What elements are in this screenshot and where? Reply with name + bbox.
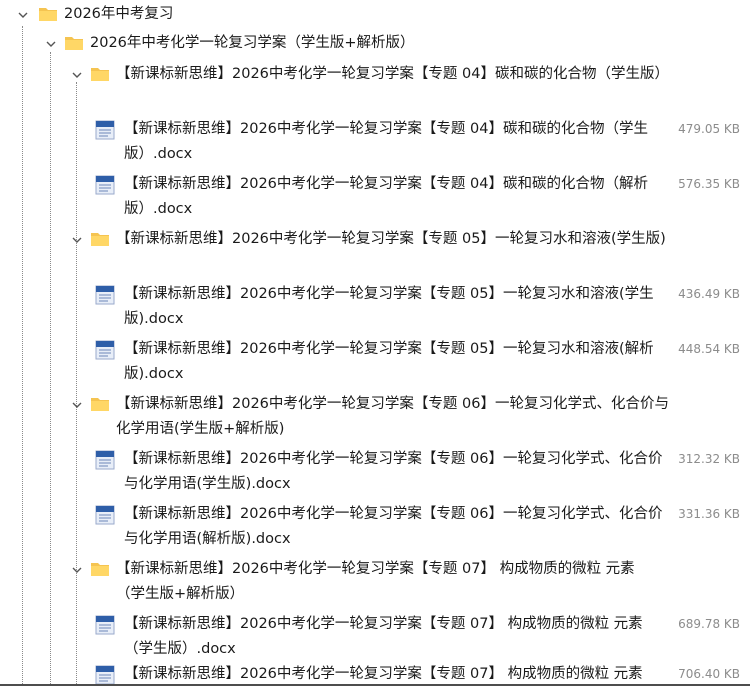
file-size: 689.78 KB — [678, 617, 740, 631]
tree-row-root[interactable]: 2026年中考复习 — [0, 2, 750, 28]
chevron-down-icon[interactable] — [70, 233, 84, 247]
file-tree: 2026年中考复习 2026年中考化学一轮复习学案（学生版+解析版） 【新课标新… — [0, 0, 750, 686]
word-document-icon — [94, 285, 116, 305]
file-name: 【新课标新思维】2026中考化学一轮复习学案【专题 04】碳和碳的化合物（解析版… — [124, 176, 648, 217]
folder-icon — [90, 231, 110, 247]
tree-row-file[interactable]: 【新课标新思维】2026中考化学一轮复习学案【专题 04】碳和碳的化合物（解析版… — [0, 172, 750, 222]
tree-row-file[interactable]: 【新课标新思维】2026中考化学一轮复习学案【专题 06】一轮复习化学式、化合价… — [0, 502, 750, 552]
tree-row-folder[interactable]: 【新课标新思维】2026中考化学一轮复习学案【专题 07】 构成物质的微粒 元素… — [0, 557, 750, 607]
file-name: 【新课标新思维】2026中考化学一轮复习学案【专题 07】 构成物质的微粒 元素… — [124, 616, 643, 657]
word-document-icon — [94, 615, 116, 635]
chevron-down-icon[interactable] — [70, 398, 84, 412]
folder-icon — [38, 6, 58, 22]
tree-row-folder[interactable]: 【新课标新思维】2026中考化学一轮复习学案【专题 04】碳和碳的化合物（学生版… — [0, 62, 750, 112]
folder-icon — [90, 66, 110, 82]
folder-label: 【新课标新思维】2026中考化学一轮复习学案【专题 05】一轮复习水和溶液(学生… — [116, 231, 666, 247]
chevron-down-icon[interactable] — [70, 68, 84, 82]
chevron-down-icon[interactable] — [16, 8, 30, 22]
file-name: 【新课标新思维】2026中考化学一轮复习学案【专题 06】一轮复习化学式、化合价… — [124, 506, 663, 547]
tree-row-folder[interactable]: 【新课标新思维】2026中考化学一轮复习学案【专题 06】一轮复习化学式、化合价… — [0, 392, 750, 442]
tree-row-file[interactable]: 【新课标新思维】2026中考化学一轮复习学案【专题 06】一轮复习化学式、化合价… — [0, 447, 750, 497]
folder-label: 【新课标新思维】2026中考化学一轮复习学案【专题 07】 构成物质的微粒 元素… — [116, 561, 635, 602]
chevron-down-icon[interactable] — [44, 37, 58, 51]
file-name: 【新课标新思维】2026中考化学一轮复习学案【专题 06】一轮复习化学式、化合价… — [124, 451, 663, 492]
file-size: 312.32 KB — [678, 452, 740, 466]
word-document-icon — [94, 340, 116, 360]
word-document-icon — [94, 665, 116, 685]
file-size: 331.36 KB — [678, 507, 740, 521]
tree-row-file[interactable]: 【新课标新思维】2026中考化学一轮复习学案【专题 05】一轮复习水和溶液(学生… — [0, 282, 750, 332]
word-document-icon — [94, 175, 116, 195]
word-document-icon — [94, 505, 116, 525]
folder-icon — [90, 396, 110, 412]
tree-row-file[interactable]: 【新课标新思维】2026中考化学一轮复习学案【专题 07】 构成物质的微粒 元素… — [0, 612, 750, 662]
file-size: 448.54 KB — [678, 342, 740, 356]
chevron-down-icon[interactable] — [70, 563, 84, 577]
tree-row-file[interactable]: 【新课标新思维】2026中考化学一轮复习学案【专题 04】碳和碳的化合物（学生版… — [0, 117, 750, 167]
file-name: 【新课标新思维】2026中考化学一轮复习学案【专题 07】 构成物质的微粒 元素 — [124, 666, 643, 682]
file-size: 706.40 KB — [678, 667, 740, 681]
tree-row-file[interactable]: 【新课标新思维】2026中考化学一轮复习学案【专题 07】 构成物质的微粒 元素… — [0, 662, 750, 686]
tree-row-folder[interactable]: 【新课标新思维】2026中考化学一轮复习学案【专题 05】一轮复习水和溶液(学生… — [0, 227, 750, 277]
folder-label: 【新课标新思维】2026中考化学一轮复习学案【专题 04】碳和碳的化合物（学生版… — [116, 66, 669, 82]
file-size: 479.05 KB — [678, 122, 740, 136]
word-document-icon — [94, 120, 116, 140]
file-name: 【新课标新思维】2026中考化学一轮复习学案【专题 05】一轮复习水和溶液(解析… — [124, 341, 654, 382]
root-folder-label: 2026年中考复习 — [64, 6, 174, 22]
tree-row-file[interactable]: 【新课标新思维】2026中考化学一轮复习学案【专题 05】一轮复习水和溶液(解析… — [0, 337, 750, 387]
tree-row-package[interactable]: 2026年中考化学一轮复习学案（学生版+解析版） — [0, 31, 750, 57]
folder-icon — [90, 561, 110, 577]
file-size: 436.49 KB — [678, 287, 740, 301]
file-size: 576.35 KB — [678, 177, 740, 191]
package-folder-label: 2026年中考化学一轮复习学案（学生版+解析版） — [90, 35, 415, 51]
word-document-icon — [94, 450, 116, 470]
folder-icon — [64, 35, 84, 51]
file-name: 【新课标新思维】2026中考化学一轮复习学案【专题 05】一轮复习水和溶液(学生… — [124, 286, 654, 327]
folder-label: 【新课标新思维】2026中考化学一轮复习学案【专题 06】一轮复习化学式、化合价… — [116, 396, 669, 437]
file-name: 【新课标新思维】2026中考化学一轮复习学案【专题 04】碳和碳的化合物（学生版… — [124, 121, 648, 162]
